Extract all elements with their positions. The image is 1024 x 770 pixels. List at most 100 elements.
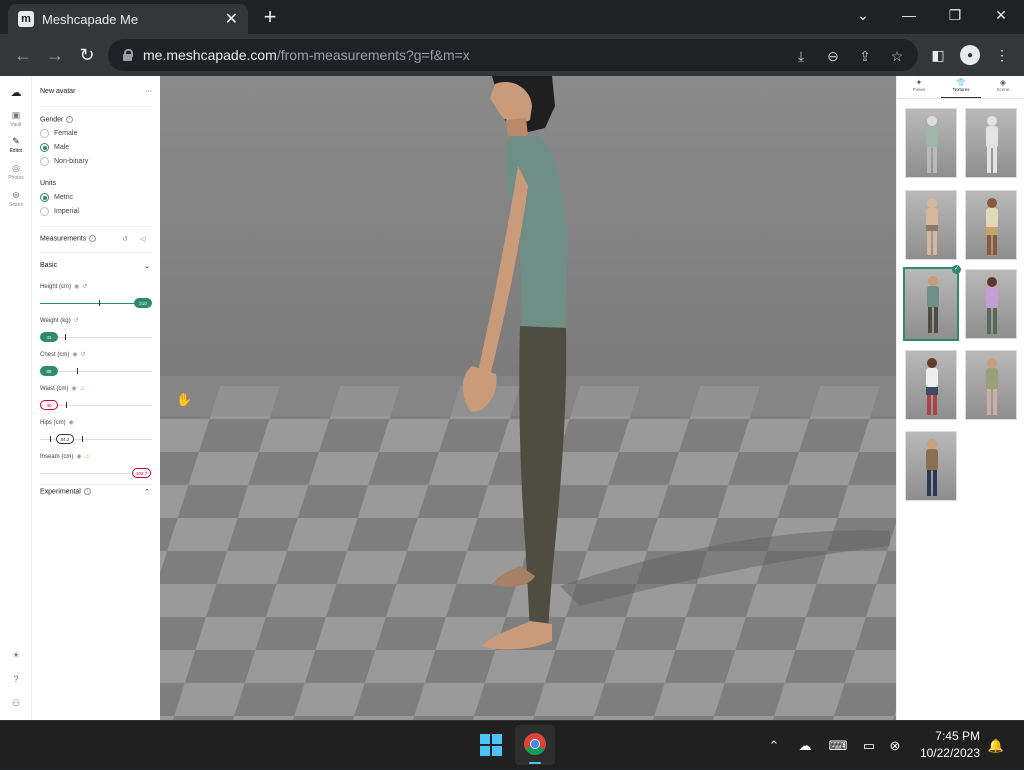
waist-value-pill[interactable]: 40 <box>40 400 58 410</box>
clock-time[interactable]: 7:45 PM <box>910 729 980 743</box>
divider <box>40 226 152 227</box>
gender-nonbinary-radio[interactable]: Non-binary <box>40 157 88 166</box>
eye-icon: ◉ <box>71 386 77 392</box>
hips-value-pill[interactable]: 84.2 <box>56 434 74 444</box>
3d-scene <box>160 76 896 720</box>
forward-button[interactable]: → <box>42 42 68 68</box>
chest-label: Chest (cm) ◉ ↺ <box>40 352 86 358</box>
tab-search-icon[interactable]: ⌄ <box>840 0 886 30</box>
height-value-pill[interactable]: 210 <box>134 298 152 308</box>
more-options-icon[interactable]: ··· <box>145 88 152 95</box>
bookmark-star-icon[interactable]: ☆ <box>888 47 906 65</box>
basic-section-header[interactable]: Basic ⌄ <box>40 262 152 270</box>
new-tab-button[interactable]: + <box>258 6 282 30</box>
chest-value-pill[interactable]: 88 <box>40 366 58 376</box>
texture-thumbnail[interactable] <box>965 108 1017 178</box>
texture-thumbnail[interactable] <box>965 190 1017 260</box>
clock-date[interactable]: 10/22/2023 <box>900 746 980 760</box>
texture-thumbnail[interactable] <box>905 108 957 178</box>
warning-icon: ⚠ <box>84 454 90 460</box>
notification-bell-icon[interactable]: 🔔 <box>987 737 1005 755</box>
grab-cursor-icon: ✋ <box>176 392 193 407</box>
browser-menu-icon[interactable]: ⋮ <box>992 45 1012 65</box>
rail-item-photos[interactable]: ◎ Photos <box>0 163 32 181</box>
texture-thumbnail[interactable] <box>905 190 957 260</box>
windows-start-icon[interactable] <box>479 733 503 757</box>
gender-female-radio[interactable]: Female <box>40 129 77 138</box>
tab-poses[interactable]: ✦ Poses <box>899 78 939 98</box>
rail-item-editor[interactable]: ✎ Editor <box>0 136 32 154</box>
maximize-button[interactable]: ❐ <box>932 0 978 30</box>
help-icon[interactable]: ? <box>0 674 32 685</box>
tab-title: Meshcapade Me <box>42 11 139 27</box>
chrome-icon <box>524 733 546 764</box>
onedrive-icon[interactable]: ☁ <box>796 737 814 755</box>
meshcapade-logo-icon[interactable]: ☁ <box>0 86 32 100</box>
tab-scene[interactable]: ◈ Scene <box>983 78 1023 98</box>
browser-tab[interactable]: m Meshcapade Me ✕ <box>8 4 248 34</box>
gender-male-radio[interactable]: Male <box>40 143 69 152</box>
user-account-icon[interactable]: ⚇ <box>0 698 32 710</box>
keyboard-icon[interactable]: ⌨ <box>829 737 848 755</box>
chrome-taskbar-button[interactable] <box>515 725 555 765</box>
lock-icon[interactable] <box>122 49 133 61</box>
share-icon[interactable]: ⇪ <box>856 47 874 65</box>
radio-dot <box>40 207 49 216</box>
reset-measurements-icon[interactable]: ↺ <box>122 235 128 243</box>
3d-viewport[interactable]: ✋ <box>160 76 896 720</box>
tab-textures[interactable]: 👕 Textures <box>941 78 981 98</box>
slider-tick <box>82 436 83 442</box>
texture-thumbnail-selected[interactable] <box>903 267 959 341</box>
library-panel: ✦ Poses 👕 Textures ◈ Scene ✓ <box>896 76 1024 720</box>
info-icon[interactable]: i <box>66 116 74 123</box>
rail-item-scans[interactable]: ⊛ Scans <box>0 190 32 208</box>
rail-label: Editor <box>9 148 23 154</box>
texture-thumbnail[interactable] <box>905 350 957 420</box>
slider-tick <box>66 402 67 408</box>
tab-close-icon[interactable]: ✕ <box>225 9 238 29</box>
info-icon[interactable]: i <box>83 488 91 495</box>
rail-item-vault[interactable]: ▣ Vault <box>0 110 32 128</box>
profile-avatar-icon[interactable]: ● <box>960 45 980 65</box>
units-metric-radio[interactable]: Metric <box>40 193 73 202</box>
audio-icon[interactable]: ◁ <box>140 235 145 243</box>
radio-dot <box>40 129 49 138</box>
weight-label: Weight (kg) ↺ <box>40 318 79 324</box>
shirt-icon: 👕 <box>956 78 966 87</box>
weight-value-pill[interactable]: 41 <box>40 332 58 342</box>
install-app-icon[interactable]: ⤓ <box>792 47 810 65</box>
minimize-button[interactable]: — <box>886 0 932 30</box>
selected-check-icon: ✓ <box>952 265 961 274</box>
texture-thumbnail[interactable] <box>905 431 957 501</box>
address-bar[interactable]: me.meshcapade.com/from-measurements?g=f&… <box>108 39 918 71</box>
meshcapade-favicon-icon: m <box>18 11 34 27</box>
hips-label: Hips (cm) ◉ <box>40 420 74 426</box>
reset-icon: ↺ <box>82 284 88 290</box>
measurements-header: Measurements i ↺ ◁ <box>40 235 146 243</box>
avatar-name[interactable]: New avatar <box>40 88 75 95</box>
windows-taskbar: ⌃ ☁ ⌨ ▭ ⊗ 7:45 PM 10/22/2023 🔔 <box>0 720 1024 768</box>
texture-thumbnail[interactable] <box>965 350 1017 420</box>
gender-label: Gender i <box>40 116 74 123</box>
info-icon[interactable]: i <box>89 235 97 242</box>
window-close-button[interactable]: ✕ <box>978 0 1024 30</box>
zoom-icon[interactable]: ⊖ <box>824 47 842 65</box>
slider-tick <box>99 300 100 306</box>
show-hidden-icons-icon[interactable]: ⌃ <box>765 737 783 755</box>
display-icon[interactable]: ▭ <box>860 737 878 755</box>
pencil-icon: ✎ <box>12 136 20 146</box>
theme-toggle-icon[interactable]: ☀ <box>0 650 32 662</box>
collapse-chevron-icon: ⌄ <box>144 263 150 270</box>
radio-dot <box>40 143 49 152</box>
texture-thumbnail[interactable] <box>965 269 1017 339</box>
reload-button[interactable]: ↻ <box>74 42 100 68</box>
inseam-value-pill[interactable]: 102.7 <box>132 468 152 478</box>
units-imperial-radio[interactable]: Imperial <box>40 207 79 216</box>
side-panel-icon[interactable]: ◧ <box>928 45 948 65</box>
reset-icon: ↺ <box>80 352 86 358</box>
scene-icon: ◈ <box>999 78 1007 87</box>
back-button[interactable]: ← <box>10 42 36 68</box>
height-label: Height (cm) ◉ ↺ <box>40 284 88 290</box>
slider-tick <box>50 436 51 442</box>
experimental-section-header[interactable]: Experimental i ⌃ <box>40 488 152 496</box>
